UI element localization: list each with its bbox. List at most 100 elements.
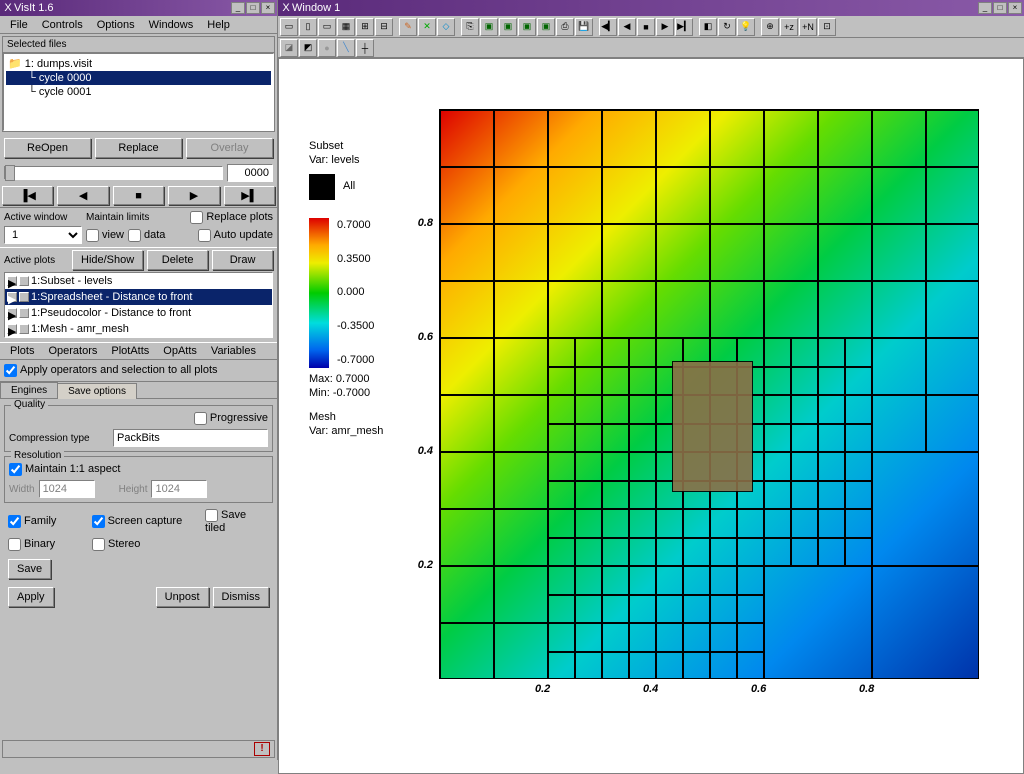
tool-stop-icon[interactable]: ■ <box>637 18 655 36</box>
unpost-button[interactable]: Unpost <box>156 587 209 607</box>
highlighted-region[interactable] <box>672 361 753 492</box>
binary-checkbox[interactable]: Binary <box>8 538 88 551</box>
alert-icon[interactable]: ! <box>254 742 270 756</box>
tool-grid-icon[interactable]: ▦ <box>337 18 355 36</box>
menu-windows[interactable]: Windows <box>143 18 200 32</box>
file-tree[interactable]: 📁 1: dumps.visit └ cycle 0000 └ cycle 00… <box>3 53 274 131</box>
first-button[interactable]: ▐◀ <box>2 186 53 205</box>
tool-axis-icon[interactable]: ⊕ <box>761 18 779 36</box>
tool-pick-icon[interactable]: ◇ <box>437 18 455 36</box>
close-button-icon[interactable]: × <box>1008 2 1022 14</box>
tool-bulb-icon[interactable]: 💡 <box>737 18 755 36</box>
tool-spin-icon[interactable]: ↻ <box>718 18 736 36</box>
replace-button[interactable]: Replace <box>95 138 182 158</box>
active-window-select[interactable]: 1 <box>4 226 82 244</box>
tool-line-icon[interactable]: ╲ <box>337 39 355 57</box>
draw-button[interactable]: Draw <box>212 250 273 270</box>
plot-list[interactable]: ▶1:Subset - levels ▶1:Spreadsheet - Dist… <box>4 272 273 338</box>
tool-first-icon[interactable]: ◀▎ <box>599 18 617 36</box>
time-slider[interactable] <box>4 166 223 180</box>
menu-controls[interactable]: Controls <box>36 18 89 32</box>
tool-camera3-icon[interactable]: ▣ <box>518 18 536 36</box>
expand-icon[interactable]: ▶ <box>7 276 17 286</box>
visualization-canvas[interactable]: Subset Var: levels All 0.7000 0.3500 0.0… <box>278 58 1024 774</box>
file-item[interactable]: └ cycle 0001 <box>6 85 271 99</box>
tool-open-icon[interactable]: ▭ <box>280 18 298 36</box>
delete-button[interactable]: Delete <box>147 250 208 270</box>
stop-button[interactable]: ■ <box>113 186 164 205</box>
tool-brush-icon[interactable]: ✎ <box>399 18 417 36</box>
tool-select3-icon[interactable]: ● <box>318 39 336 57</box>
dismiss-button[interactable]: Dismiss <box>213 587 270 607</box>
apply-operators-checkbox[interactable]: Apply operators and selection to all plo… <box>4 365 218 376</box>
menu-variables[interactable]: Variables <box>205 344 262 358</box>
minimize-icon[interactable]: _ <box>231 2 245 14</box>
save-tiled-checkbox[interactable]: Save tiled <box>205 509 269 534</box>
tool-layout1-icon[interactable]: ▯ <box>299 18 317 36</box>
tab-save-options[interactable]: Save options <box>57 383 137 399</box>
expand-icon[interactable]: ▶ <box>7 324 17 334</box>
tool-point-icon[interactable]: ┼ <box>356 39 374 57</box>
tab-engines[interactable]: Engines <box>0 382 58 398</box>
close-icon[interactable]: X <box>2 2 14 14</box>
plot-item[interactable]: ▶1:Spreadsheet - Distance to front <box>5 289 272 305</box>
tool-grid3-icon[interactable]: ⊟ <box>375 18 393 36</box>
tool-plusn-icon[interactable]: +N <box>799 18 817 36</box>
tool-next-icon[interactable]: ▶ <box>656 18 674 36</box>
close-icon[interactable]: X <box>280 2 292 14</box>
auto-update-checkbox[interactable]: Auto update <box>198 229 273 242</box>
tool-select3d-icon[interactable]: ◪ <box>280 39 298 57</box>
menu-file[interactable]: File <box>4 18 34 32</box>
tool-copy-icon[interactable]: ⎘ <box>461 18 479 36</box>
menu-opatts[interactable]: OpAtts <box>157 344 203 358</box>
tool-plusz-icon[interactable]: +z <box>780 18 798 36</box>
progressive-checkbox[interactable]: Progressive <box>194 413 268 424</box>
tool-camera4-icon[interactable]: ▣ <box>537 18 555 36</box>
replace-plots-checkbox[interactable]: Replace plots <box>190 211 273 224</box>
maintain-aspect-checkbox[interactable]: Maintain 1:1 aspect <box>9 464 120 475</box>
plot-item[interactable]: ▶1:Subset - levels <box>5 273 272 289</box>
menu-operators[interactable]: Operators <box>42 344 103 358</box>
maximize-icon[interactable]: □ <box>246 2 260 14</box>
menu-help[interactable]: Help <box>201 18 236 32</box>
menu-options[interactable]: Options <box>91 18 141 32</box>
family-checkbox[interactable]: Family <box>8 515 88 528</box>
play-button[interactable]: ▶ <box>168 186 219 205</box>
minimize-icon[interactable]: _ <box>978 2 992 14</box>
tool-misc-icon[interactable]: ⊡ <box>818 18 836 36</box>
tool-camera2-icon[interactable]: ▣ <box>499 18 517 36</box>
menu-plotatts[interactable]: PlotAtts <box>105 344 155 358</box>
screen-capture-checkbox[interactable]: Screen capture <box>92 515 201 528</box>
plot-area[interactable] <box>439 109 979 679</box>
back-button[interactable]: ◀ <box>57 186 108 205</box>
tool-select2-icon[interactable]: ◩ <box>299 39 317 57</box>
expand-icon[interactable]: ▶ <box>7 308 17 318</box>
tool-clear-icon[interactable]: ✕ <box>418 18 436 36</box>
hideshow-button[interactable]: Hide/Show <box>72 250 143 270</box>
tool-grid2-icon[interactable]: ⊞ <box>356 18 374 36</box>
menu-plots[interactable]: Plots <box>4 344 40 358</box>
tool-layout2-icon[interactable]: ▭ <box>318 18 336 36</box>
reopen-button[interactable]: ReOpen <box>4 138 91 158</box>
file-item[interactable]: └ cycle 0000 <box>6 71 271 85</box>
plot-item[interactable]: ▶1:Pseudocolor - Distance to front <box>5 305 272 321</box>
expand-icon[interactable]: ▶ <box>7 292 17 302</box>
tool-save-icon[interactable]: 💾 <box>575 18 593 36</box>
compression-field[interactable] <box>113 429 268 447</box>
time-value-field[interactable] <box>227 164 273 182</box>
maximize-icon[interactable]: □ <box>993 2 1007 14</box>
file-root[interactable]: 📁 1: dumps.visit <box>6 56 271 71</box>
tool-last-icon[interactable]: ▶▎ <box>675 18 693 36</box>
data-checkbox[interactable]: data <box>128 229 165 242</box>
stereo-checkbox[interactable]: Stereo <box>92 538 140 551</box>
last-button[interactable]: ▶▌ <box>224 186 275 205</box>
tool-print-icon[interactable]: ⎙ <box>556 18 574 36</box>
close-button-icon[interactable]: × <box>261 2 275 14</box>
plot-item[interactable]: ▶1:Mesh - amr_mesh <box>5 321 272 337</box>
view-checkbox[interactable]: view <box>86 229 124 242</box>
tool-camera-icon[interactable]: ▣ <box>480 18 498 36</box>
save-button[interactable]: Save <box>8 559 51 579</box>
apply-button[interactable]: Apply <box>8 587 54 607</box>
tool-prev-icon[interactable]: ◀ <box>618 18 636 36</box>
tool-cube-icon[interactable]: ◧ <box>699 18 717 36</box>
